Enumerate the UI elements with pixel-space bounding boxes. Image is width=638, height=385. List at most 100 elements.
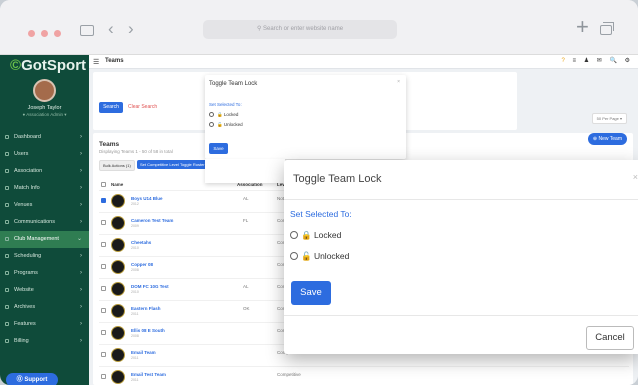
forward-arrow-icon[interactable]: › xyxy=(128,20,134,37)
close-icon[interactable]: × xyxy=(397,79,400,85)
help-icon[interactable]: ? xyxy=(561,58,564,64)
per-page-select[interactable]: 50 Per Page ▾ xyxy=(591,113,627,124)
sidebar-item-club-management[interactable]: Club Management ⌄ xyxy=(0,231,89,248)
clear-search-link[interactable]: Clear Search xyxy=(128,102,157,113)
sidebar-item-archives[interactable]: Archives › xyxy=(0,299,89,316)
select-all-checkbox[interactable] xyxy=(101,182,106,187)
team-name-link[interactable]: DOM FC 10G Test xyxy=(131,284,169,289)
locked-option[interactable]: 🔒 Locked xyxy=(290,230,341,240)
row-checkbox[interactable] xyxy=(101,308,106,313)
mail-icon[interactable]: ✉ xyxy=(597,57,602,64)
modal-subtitle: Set Selected To: xyxy=(290,209,352,219)
locked-radio[interactable] xyxy=(290,231,298,239)
back-arrow-icon[interactable]: ‹ xyxy=(108,20,114,37)
bulk-action-buttons[interactable]: Set Competitive Level Toggle Roster xyxy=(137,160,208,169)
search-icon[interactable]: 🔍 xyxy=(609,57,616,64)
unlocked-radio[interactable] xyxy=(290,252,298,260)
sidebar: ©GotSport Joseph Taylor ● Association Ad… xyxy=(0,55,89,385)
user-icon[interactable]: ♟ xyxy=(584,57,589,64)
close-window-dot[interactable] xyxy=(28,30,35,37)
row-checkbox[interactable] xyxy=(101,220,106,225)
chevron-right-icon: › xyxy=(80,151,82,157)
locked-option[interactable]: 🔒 Locked xyxy=(209,112,238,118)
column-name[interactable]: Name xyxy=(111,182,123,187)
modal-footer xyxy=(205,159,285,183)
row-checkbox[interactable] xyxy=(101,352,106,357)
team-birth-year: 2011 xyxy=(131,378,139,382)
team-association: FL xyxy=(243,218,249,223)
close-icon[interactable]: × xyxy=(633,172,638,182)
support-button[interactable]: ⓪ Support xyxy=(6,373,58,385)
sidebar-item-programs[interactable]: Programs › xyxy=(0,265,89,282)
sidebar-item-venues[interactable]: Venues › xyxy=(0,197,89,214)
avatar[interactable] xyxy=(33,79,56,102)
row-checkbox[interactable] xyxy=(101,242,106,247)
row-checkbox[interactable] xyxy=(101,198,106,203)
team-name-link[interactable]: Boys U14 Blue xyxy=(131,196,163,201)
new-team-button[interactable]: ⊕ New Team xyxy=(587,133,627,145)
save-button[interactable]: Save xyxy=(291,281,331,305)
team-name-link[interactable]: Email Test Team xyxy=(131,372,166,377)
chevron-down-icon: ⌄ xyxy=(76,236,82,242)
team-logo xyxy=(111,370,125,384)
minimize-window-dot[interactable] xyxy=(41,30,48,37)
maximize-window-dot[interactable] xyxy=(54,30,61,37)
sidebar-item-communications[interactable]: Communications › xyxy=(0,214,89,231)
team-birth-year: 2011 xyxy=(131,356,139,360)
sidebar-item-features[interactable]: Features › xyxy=(0,316,89,333)
sidebar-item-users[interactable]: Users › xyxy=(0,146,89,163)
tabs-overview-icon[interactable] xyxy=(600,22,614,35)
association-icon xyxy=(5,169,9,173)
row-checkbox[interactable] xyxy=(101,330,106,335)
sidebar-item-match-info[interactable]: Match Info › xyxy=(0,180,89,197)
row-checkbox[interactable] xyxy=(101,264,106,269)
user-role-dropdown[interactable]: ● Association Admin ▾ xyxy=(0,112,89,118)
team-logo xyxy=(111,326,125,340)
topbar: ☰ Teams ? ≡ ♟ ✉ 🔍 ⚙ xyxy=(89,55,638,69)
chevron-right-icon: › xyxy=(80,168,82,174)
unlocked-option[interactable]: 🔓 Unlocked xyxy=(209,122,243,128)
chevron-right-icon: › xyxy=(80,202,82,208)
team-name-link[interactable]: Cameron Test Team xyxy=(131,218,173,223)
features-icon xyxy=(5,322,9,326)
team-association: OK xyxy=(243,306,250,311)
search-button[interactable]: Search xyxy=(99,102,123,113)
row-checkbox[interactable] xyxy=(101,374,106,379)
hamburger-icon[interactable]: ☰ xyxy=(93,58,99,66)
topbar-icons: ? ≡ ♟ ✉ 🔍 ⚙ xyxy=(555,57,630,64)
users-icon xyxy=(5,152,9,156)
sidebar-toggle-icon[interactable] xyxy=(80,25,94,36)
sidebar-item-website[interactable]: Website › xyxy=(0,282,89,299)
logo[interactable]: ©GotSport xyxy=(10,57,86,74)
unlocked-radio[interactable] xyxy=(209,122,214,127)
locked-radio[interactable] xyxy=(209,112,214,117)
team-name-link[interactable]: Eastern Flash xyxy=(131,306,161,311)
chevron-right-icon: › xyxy=(80,338,82,344)
new-tab-icon[interactable]: + xyxy=(576,16,589,38)
team-birth-year: 2012 xyxy=(131,202,139,206)
team-name-link[interactable]: Cheetahs xyxy=(131,240,151,245)
team-name-link[interactable]: Email Team xyxy=(131,350,156,355)
team-name-link[interactable]: Ellis 08 E South xyxy=(131,328,165,333)
save-button[interactable]: Save xyxy=(209,143,228,154)
team-association: AL xyxy=(243,284,249,289)
row-checkbox[interactable] xyxy=(101,286,106,291)
team-logo xyxy=(111,304,125,318)
sidebar-item-association[interactable]: Association › xyxy=(0,163,89,180)
unlocked-option[interactable]: 🔓 Unlocked xyxy=(290,251,349,261)
programs-icon xyxy=(5,271,9,275)
cancel-button[interactable]: Cancel xyxy=(586,326,634,350)
sidebar-item-billing[interactable]: Billing › xyxy=(0,333,89,350)
website-icon xyxy=(5,288,9,292)
sidebar-item-dashboard[interactable]: Dashboard › xyxy=(0,129,89,146)
club-icon xyxy=(5,237,9,241)
sidebar-item-scheduling[interactable]: Scheduling › xyxy=(0,248,89,265)
teams-heading: Teams xyxy=(99,141,120,148)
settings-icon[interactable]: ⚙ xyxy=(625,57,630,64)
menu-icon[interactable]: ≡ xyxy=(573,58,577,64)
archive-icon xyxy=(5,305,9,309)
toggle-lock-modal-background: Toggle Team Lock × Set Selected To: 🔒 Lo… xyxy=(205,75,406,159)
team-name-link[interactable]: Copper 08 xyxy=(131,262,153,267)
url-bar[interactable]: ⚲ Search or enter website name xyxy=(203,20,397,39)
page-title: Teams xyxy=(105,58,124,64)
